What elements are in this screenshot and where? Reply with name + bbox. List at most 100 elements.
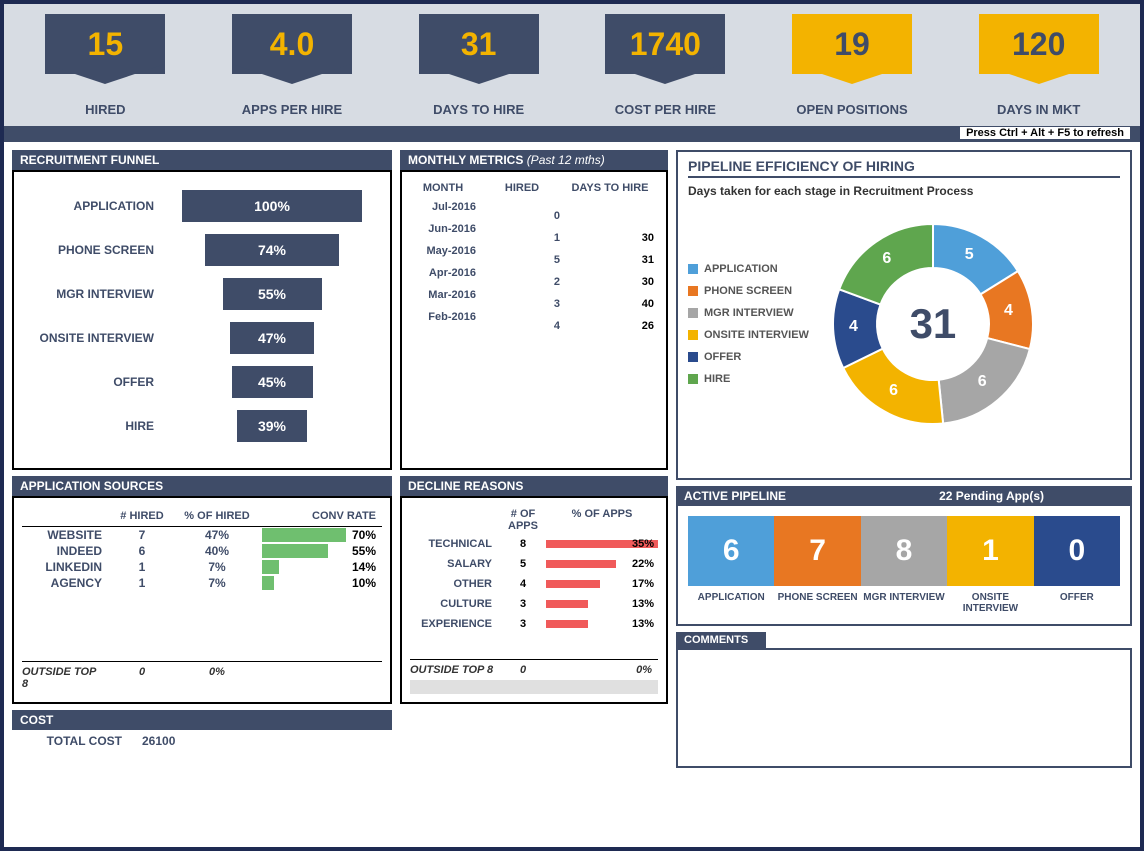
sources-footer-pct: 0%	[172, 666, 262, 690]
monthly-box: MONTH HIRED DAYS TO HIRE Jul-20160Jun-20…	[400, 170, 668, 470]
active-pipeline-title: ACTIVE PIPELINE 22 Pending App(s)	[676, 486, 1132, 506]
decline-name: CULTURE	[410, 598, 500, 610]
pipeline-value: 6	[688, 516, 774, 586]
sources-col-hired: # HIRED	[112, 510, 172, 522]
cost-row: TOTAL COST 26100	[12, 730, 392, 752]
pipeline-label: APPLICATION	[688, 592, 774, 603]
pipeline-value: 8	[861, 516, 947, 586]
metric-value: 120	[1012, 26, 1065, 63]
monthly-hired: 2	[554, 276, 560, 288]
monthly-hired: 0	[554, 210, 560, 222]
legend-item: OFFER	[688, 351, 809, 363]
monthly-hired: 3	[554, 298, 560, 310]
monthly-row: Apr-2016230	[410, 262, 658, 284]
monthly-days: 31	[642, 254, 654, 266]
pipeline-efficiency-panel: PIPELINE EFFICIENCY OF HIRING Days taken…	[676, 150, 1132, 480]
decline-name: OTHER	[410, 578, 500, 590]
cost-title: COST	[12, 710, 392, 730]
decline-apps: 3	[500, 598, 546, 610]
legend-item: APPLICATION	[688, 263, 809, 275]
metric-value: 4.0	[270, 26, 314, 63]
monthly-days: 40	[642, 298, 654, 310]
funnel-row-application: APPLICATION100%	[26, 190, 378, 222]
monthly-row: Jun-2016130	[410, 218, 658, 240]
pipeline-label: OFFER	[1034, 592, 1120, 603]
monthly-month: May-2016	[410, 245, 482, 257]
monthly-month: Jun-2016	[410, 223, 482, 235]
metric-days-to-hire: 31 DAYS TO HIRE	[385, 4, 572, 117]
source-pct: 7%	[172, 560, 262, 574]
pipeline-value: 7	[774, 516, 860, 586]
source-row: LINKEDIN17%14%	[22, 559, 382, 575]
pipeline-value: 0	[1034, 516, 1120, 586]
active-pipeline-box: 6APPLICATION7PHONE SCREEN8MGR INTERVIEW1…	[676, 506, 1132, 626]
decline-pct: 35%	[632, 538, 654, 550]
comments-box[interactable]	[676, 648, 1132, 768]
funnel-label: PHONE SCREEN	[26, 243, 166, 257]
monthly-hired: 4	[554, 320, 560, 332]
metric-open-positions: 19OPEN POSITIONS	[759, 4, 946, 117]
decline-name: SALARY	[410, 558, 500, 570]
decline-footer-apps: 0	[500, 664, 546, 676]
decline-footer-pct: 0%	[546, 664, 658, 676]
donut-seg-label: 6	[978, 373, 987, 391]
metric-label: HIRED	[12, 102, 199, 117]
pipeline-eff-title: PIPELINE EFFICIENCY OF HIRING	[688, 158, 1120, 178]
funnel-title: RECRUITMENT FUNNEL	[12, 150, 392, 170]
cost-value: 26100	[142, 734, 175, 748]
pipeline-value: 1	[947, 516, 1033, 586]
decline-title: DECLINE REASONS	[400, 476, 668, 496]
monthly-row: May-2016531	[410, 240, 658, 262]
metric-label: DAYS TO HIRE	[385, 102, 572, 117]
decline-apps: 4	[500, 578, 546, 590]
legend-item: PHONE SCREEN	[688, 285, 809, 297]
metric-value: 15	[88, 26, 124, 63]
metric-value: 31	[461, 26, 497, 63]
source-hired: 1	[112, 576, 172, 590]
decline-name: TECHNICAL	[410, 538, 500, 550]
sources-col-pct: % OF HIRED	[172, 510, 262, 522]
sources-footer-label: OUTSIDE TOP 8	[22, 666, 112, 690]
funnel-row-hire: HIRE 39%	[26, 410, 378, 442]
monthly-days: 30	[642, 276, 654, 288]
monthly-days: 26	[642, 320, 654, 332]
cost-label: TOTAL COST	[22, 734, 142, 748]
source-row: INDEED640%55%	[22, 543, 382, 559]
pipeline-eff-donut: 31 546646	[813, 204, 1053, 444]
funnel-bar: 100%	[182, 190, 362, 222]
monthly-month: Apr-2016	[410, 267, 482, 279]
comments-title: COMMENTS	[676, 632, 766, 648]
pipeline-cell: 7 PHONE SCREEN	[774, 516, 860, 614]
funnel-bar: 45%	[232, 366, 313, 398]
funnel-label: MGR INTERVIEW	[26, 287, 166, 301]
metric-value: 1740	[630, 26, 701, 63]
legend-item: ONSITE INTERVIEW	[688, 329, 809, 341]
sources-box: # HIRED % OF HIRED CONV RATE WEBSITE747%…	[12, 496, 392, 704]
decline-row: SALARY522%	[410, 554, 658, 574]
sources-title: APPLICATION SOURCES	[12, 476, 392, 496]
source-name: AGENCY	[22, 576, 112, 590]
pipeline-label: PHONE SCREEN	[774, 592, 860, 603]
metric-label: APPS PER HIRE	[199, 102, 386, 117]
metric-value: 19	[834, 26, 870, 63]
funnel-bar: 47%	[230, 322, 315, 354]
funnel-bar: 74%	[205, 234, 338, 266]
source-row: AGENCY17%10%	[22, 575, 382, 591]
funnel-label: HIRE	[26, 419, 166, 433]
donut-seg-label: 6	[889, 382, 898, 400]
source-conv: 70%	[352, 528, 376, 542]
funnel-row-phone-screen: PHONE SCREEN 74%	[26, 234, 378, 266]
funnel-bar: 39%	[237, 410, 307, 442]
decline-apps: 5	[500, 558, 546, 570]
monthly-month: Jul-2016	[410, 201, 482, 213]
source-hired: 7	[112, 528, 172, 542]
funnel-box: APPLICATION100% PHONE SCREEN 74% MGR INTERV…	[12, 170, 392, 470]
decline-box: # OF APPS % OF APPS TECHNICAL835%SALARY5…	[400, 496, 668, 704]
donut-seg-label: 5	[965, 246, 974, 264]
metric-hired: 15 HIRED	[12, 4, 199, 117]
decline-row: OTHER417%	[410, 574, 658, 594]
pipeline-label: ONSITE INTERVIEW	[947, 592, 1033, 614]
legend-item: MGR INTERVIEW	[688, 307, 809, 319]
source-pct: 47%	[172, 528, 262, 542]
refresh-hint: Press Ctrl + Alt + F5 to refresh	[960, 127, 1130, 139]
